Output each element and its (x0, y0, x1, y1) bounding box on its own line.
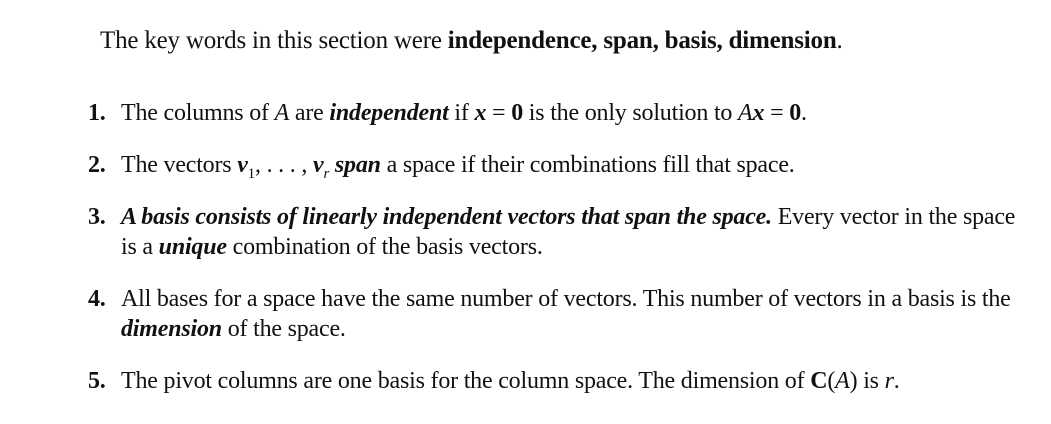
emphasis: span (334, 152, 381, 178)
item-number: 1. (88, 100, 106, 126)
emphasis: dimension (121, 316, 222, 342)
text: are (289, 100, 330, 126)
math-v: v (313, 152, 324, 178)
paren: ( (827, 368, 836, 394)
emphasis: A basis consists of linearly independent… (121, 204, 772, 230)
key-points-list: 1. The columns of A are independent if x… (88, 98, 1028, 396)
textbook-page: The key words in this section were indep… (0, 0, 1051, 424)
math-v: v (237, 152, 248, 178)
subscript: 1 (247, 165, 256, 182)
text: All bases for a space have the same numb… (121, 286, 1011, 312)
emphasis: unique (158, 234, 227, 260)
math-zero: 0 (789, 100, 802, 126)
item-text: All bases for a space have the same numb… (121, 286, 1011, 342)
item-text: The pivot columns are one basis for the … (121, 368, 900, 394)
key-point-2: 2. The vectors v1, . . . , vr span a spa… (88, 150, 1028, 181)
text: The pivot columns are one basis for the … (121, 368, 811, 394)
ellipsis: , . . . , (254, 152, 313, 178)
text: is (857, 368, 885, 394)
section-summary-intro: The key words in this section were indep… (100, 26, 843, 56)
math-equals: = (486, 100, 512, 126)
math-x: x (752, 100, 765, 126)
math-x: x (474, 100, 487, 126)
text: combination of the basis vectors. (226, 234, 543, 260)
intro-suffix: . (836, 27, 843, 54)
item-number: 2. (88, 152, 106, 178)
text: The vectors (121, 152, 238, 178)
text: a space if their combinations fill that … (380, 152, 795, 178)
math-A: A (835, 368, 850, 394)
item-number: 3. (88, 204, 106, 230)
key-point-4: 4. All bases for a space have the same n… (88, 284, 1028, 344)
key-point-3: 3. A basis consists of linearly independ… (88, 202, 1028, 262)
item-number: 5. (88, 368, 106, 394)
emphasis: independent (329, 100, 449, 126)
item-text: The columns of A are independent if x = … (121, 100, 807, 126)
math-r: r (884, 368, 894, 394)
math-A: A (738, 100, 753, 126)
text: of the space. (221, 316, 346, 342)
key-point-5: 5. The pivot columns are one basis for t… (88, 366, 1028, 396)
text: The columns of (121, 100, 275, 126)
math-equals: = (764, 100, 790, 126)
item-text: The vectors v1, . . . , vr span a space … (121, 152, 795, 181)
text: . (893, 368, 900, 394)
math-A: A (274, 100, 290, 126)
math-zero: 0 (511, 100, 523, 126)
item-text: A basis consists of linearly independent… (121, 204, 1015, 260)
text: if (448, 100, 475, 126)
intro-keywords: independence, span, basis, dimension (447, 27, 837, 54)
intro-prefix: The key words in this section were (100, 27, 448, 54)
key-point-1: 1. The columns of A are independent if x… (88, 98, 1028, 128)
text: is the only solution to (523, 100, 739, 126)
item-number: 4. (88, 286, 106, 312)
math-C: C (810, 368, 828, 394)
text: . (801, 100, 807, 126)
